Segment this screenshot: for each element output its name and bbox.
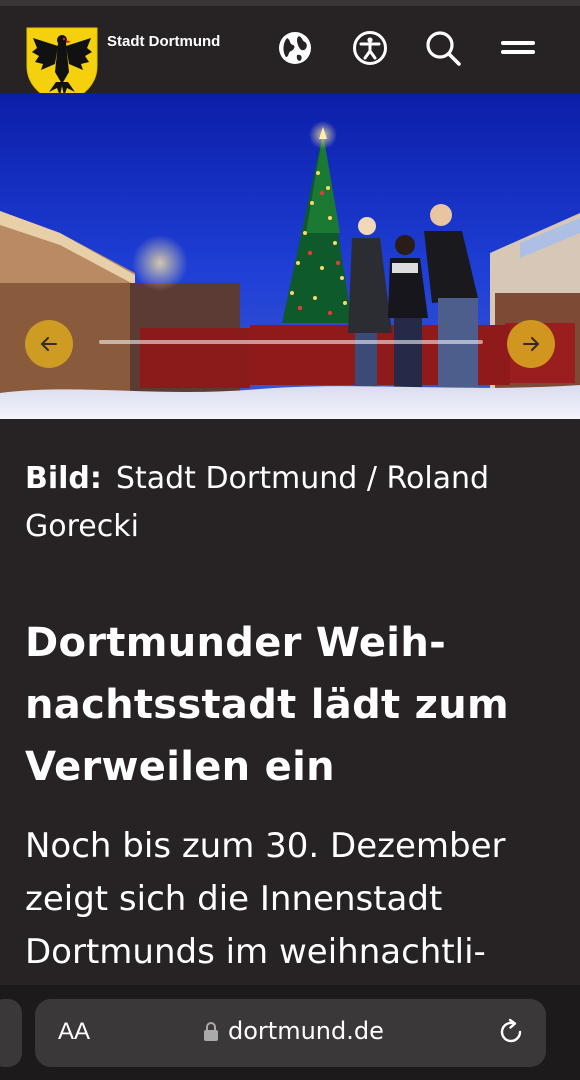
reload-icon[interactable] [496, 1017, 526, 1047]
menu-icon[interactable] [498, 28, 538, 68]
hero-image-christmas-market [0, 93, 580, 419]
brand-name[interactable]: Stadt Dortmund [107, 33, 220, 50]
search-icon[interactable] [423, 28, 463, 68]
previous-tab-pill[interactable] [0, 999, 22, 1067]
slider-progress-track[interactable] [99, 340, 483, 344]
image-credit: Bild: Stadt Dortmund / Roland Gorecki [25, 455, 555, 551]
text-size-label: AA [58, 1018, 91, 1045]
article-headline: Dortmunder Weih­nachtsstadt lädt zum Ver… [25, 620, 510, 790]
image-credit-label: Bild: [25, 461, 102, 496]
arrow-left-icon [40, 337, 57, 351]
article-lead: Noch bis zum 30. Dezember zeigt sich die… [25, 826, 506, 972]
slider-prev-button[interactable] [25, 320, 73, 368]
arrow-right-icon [523, 337, 540, 351]
url-text[interactable]: dortmund.de [228, 1017, 384, 1045]
slider-next-button[interactable] [507, 320, 555, 368]
text-size-button[interactable]: AA [58, 1018, 90, 1046]
accessibility-icon[interactable] [350, 28, 390, 68]
globe-icon[interactable] [275, 28, 315, 68]
lock-icon [204, 1022, 218, 1041]
